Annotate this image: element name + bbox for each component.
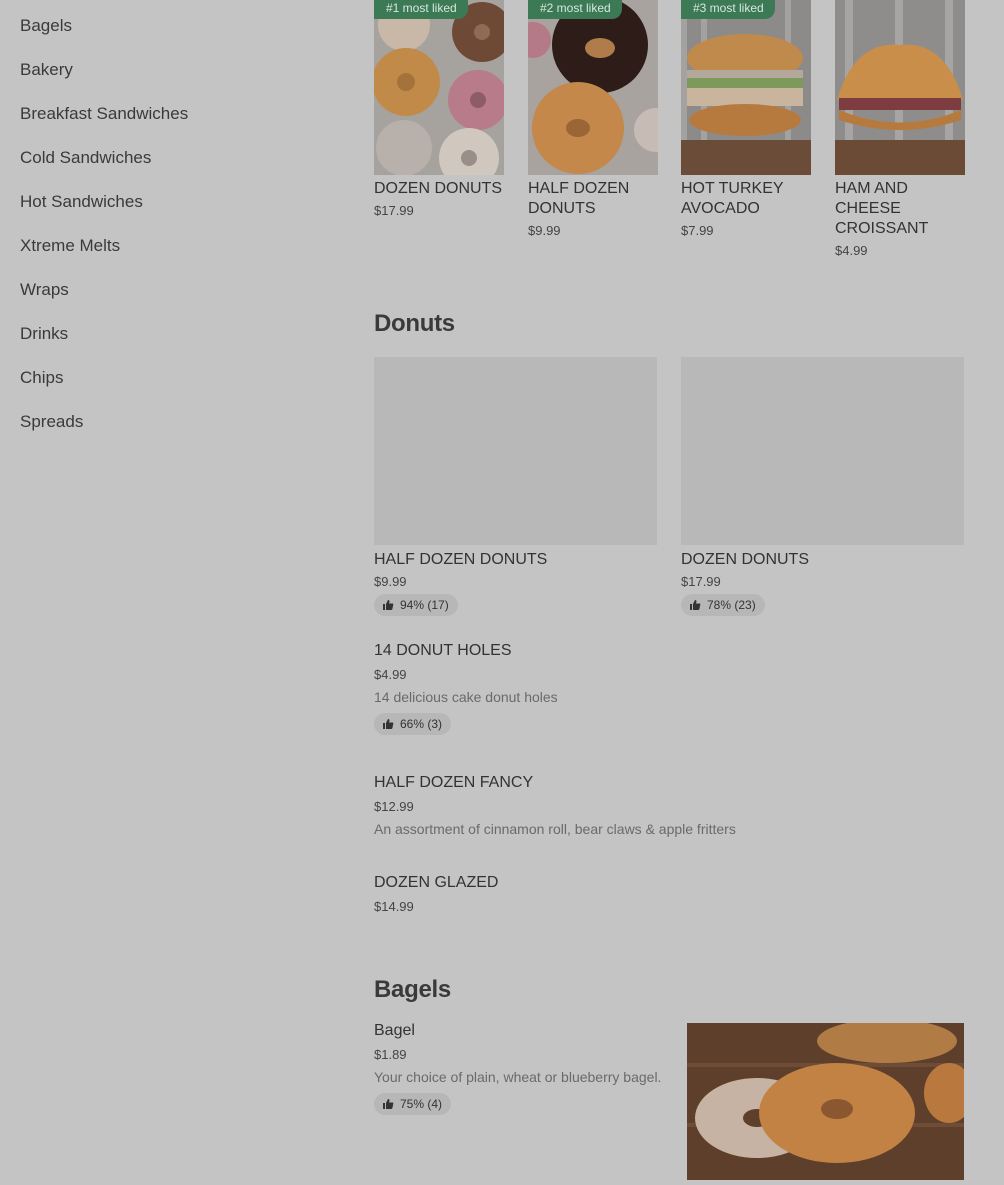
featured-title: HOT TURKEY AVOCADO xyxy=(681,180,784,217)
featured-card[interactable]: #1 most liked DOZEN DONUTS $17.99 xyxy=(374,0,504,218)
featured-price: $7.99 xyxy=(681,223,714,238)
thumbs-up-icon xyxy=(383,600,394,610)
most-liked-badge: #1 most liked xyxy=(374,0,468,19)
featured-price: $4.99 xyxy=(835,243,868,258)
thumbs-up-icon xyxy=(383,1099,394,1109)
rating-badge: 94% (17) xyxy=(374,594,458,616)
menu-content: #1 most liked DOZEN DONUTS $17.99 #2 mos… xyxy=(374,0,965,1180)
rating-text: 75% (4) xyxy=(400,1097,443,1111)
menu-list-item[interactable]: DOZEN GLAZED $14.99 xyxy=(374,874,964,914)
sidebar-item-wraps[interactable]: Wraps xyxy=(20,264,340,308)
item-price: $4.99 xyxy=(374,667,407,682)
menu-item-card[interactable]: DOZEN DONUTS $17.99 78% (23) xyxy=(681,357,964,616)
featured-card[interactable]: HAM AND CHEESE CROISSANT $4.99 xyxy=(835,0,965,258)
sidebar-item-bagels[interactable]: Bagels xyxy=(20,0,340,44)
rating-badge: 66% (3) xyxy=(374,713,452,735)
featured-title: HAM AND CHEESE CROISSANT xyxy=(835,180,929,237)
most-liked-badge: #3 most liked xyxy=(681,0,775,19)
thumbs-up-icon xyxy=(690,600,701,610)
featured-title: HALF DOZEN DONUTS xyxy=(528,180,630,217)
featured-title: DOZEN DONUTS xyxy=(374,180,502,197)
item-title: DOZEN DONUTS xyxy=(681,551,809,568)
sidebar-item-drinks[interactable]: Drinks xyxy=(20,308,340,352)
most-liked-badge: #2 most liked xyxy=(528,0,622,19)
item-image-placeholder xyxy=(374,357,657,545)
featured-card[interactable]: #2 most liked HALF DOZEN DONUTS $9.99 xyxy=(528,0,658,238)
sandwich-image: #3 most liked xyxy=(681,0,811,175)
menu-list-item[interactable]: HALF DOZEN FANCY $12.99 An assortment of… xyxy=(374,774,964,837)
section-title-bagels: Bagels xyxy=(374,976,451,1003)
featured-price: $17.99 xyxy=(374,203,414,218)
section-title-donuts: Donuts xyxy=(374,310,455,337)
menu-list-item[interactable]: 14 DONUT HOLES $4.99 14 delicious cake d… xyxy=(374,642,964,735)
bagel-image xyxy=(687,1023,964,1180)
item-description: 14 delicious cake donut holes xyxy=(374,689,558,705)
item-description: An assortment of cinnamon roll, bear cla… xyxy=(374,821,736,837)
menu-list-item[interactable]: Bagel $1.89 Your choice of plain, wheat … xyxy=(374,1022,964,1180)
sidebar-item-hot-sandwiches[interactable]: Hot Sandwiches xyxy=(20,176,340,220)
donuts-image: #1 most liked xyxy=(374,0,504,175)
item-title: HALF DOZEN DONUTS xyxy=(374,551,548,568)
item-price: $14.99 xyxy=(374,899,414,914)
item-title: 14 DONUT HOLES xyxy=(374,642,512,659)
item-price: $12.99 xyxy=(374,799,414,814)
rating-badge: 75% (4) xyxy=(374,1093,452,1115)
item-price: $17.99 xyxy=(681,574,721,589)
sidebar-item-breakfast-sandwiches[interactable]: Breakfast Sandwiches xyxy=(20,88,340,132)
rating-badge: 78% (23) xyxy=(681,594,765,616)
featured-card[interactable]: #3 most liked HOT TURKEY AVOCADO $7.99 xyxy=(681,0,811,238)
sidebar-item-chips[interactable]: Chips xyxy=(20,352,340,396)
menu-item-card[interactable]: HALF DOZEN DONUTS $9.99 94% (17) xyxy=(374,357,657,616)
category-sidebar: Bagels Bakery Breakfast Sandwiches Cold … xyxy=(20,0,340,440)
thumbs-up-icon xyxy=(383,719,394,729)
rating-text: 66% (3) xyxy=(400,717,443,731)
item-image-placeholder xyxy=(681,357,964,545)
rating-text: 78% (23) xyxy=(707,598,756,612)
donuts-image: #2 most liked xyxy=(528,0,658,175)
featured-items: #1 most liked DOZEN DONUTS $17.99 #2 mos… xyxy=(374,0,965,270)
item-price: $9.99 xyxy=(374,574,407,589)
croissant-image xyxy=(835,0,965,175)
featured-price: $9.99 xyxy=(528,223,561,238)
rating-text: 94% (17) xyxy=(400,598,449,612)
sidebar-item-bakery[interactable]: Bakery xyxy=(20,44,340,88)
item-title: DOZEN GLAZED xyxy=(374,874,499,891)
sidebar-item-cold-sandwiches[interactable]: Cold Sandwiches xyxy=(20,132,340,176)
sidebar-item-spreads[interactable]: Spreads xyxy=(20,396,340,440)
item-title: HALF DOZEN FANCY xyxy=(374,774,534,791)
sidebar-item-xtreme-melts[interactable]: Xtreme Melts xyxy=(20,220,340,264)
